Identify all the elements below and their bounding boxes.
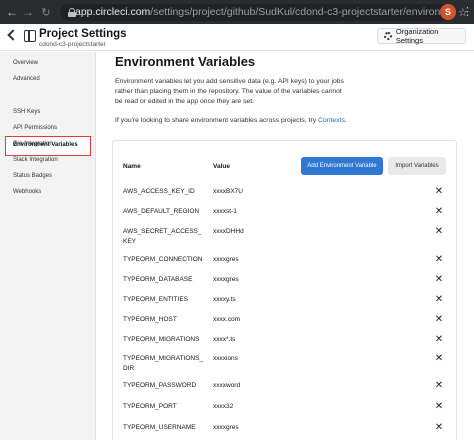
delete-icon[interactable]: ✕ <box>434 275 444 285</box>
sidebar-item-slack-integration[interactable]: Slack Integration <box>13 157 58 163</box>
organization-settings-button[interactable]: Organization Settings <box>377 27 466 45</box>
variable-value: xxxxy.ts <box>213 296 236 303</box>
browser-toolbar: ← → ↻ app.circleci.com/settings/project/… <box>0 0 474 24</box>
variable-name: AWS_DEFAULT_REGION <box>123 208 200 215</box>
contexts-hint: If you're looking to share environment v… <box>115 116 347 126</box>
variable-name: AWS_ACCESS_KEY_ID <box>123 188 195 195</box>
variable-name: TYPEORM_PORT <box>123 403 177 410</box>
delete-icon[interactable]: ✕ <box>434 207 444 217</box>
page-title: Project Settings <box>39 28 127 40</box>
back-arrow-icon[interactable]: ← <box>4 5 20 19</box>
delete-icon[interactable]: ✕ <box>434 335 444 345</box>
variable-name: TYPEORM_USERNAME <box>123 424 196 431</box>
url-text: app.circleci.com/settings/project/github… <box>75 6 452 18</box>
forward-arrow-icon[interactable]: → <box>20 5 36 19</box>
section-description: Environment variables let you add sensit… <box>115 78 344 105</box>
variable-name: TYPEORM_HOST <box>123 316 177 323</box>
section-title: Environment Variables <box>115 54 256 69</box>
contexts-hint-text: If you're looking to share environment v… <box>115 117 317 124</box>
variable-value: xxxxword <box>213 382 241 389</box>
organization-settings-label: Organization Settings <box>395 27 439 45</box>
variable-name: TYPEORM_ENTITIES <box>123 296 189 303</box>
variable-name: TYPEORM_MIGRATIONS <box>123 336 200 343</box>
url-path: /settings/project/github/SudKul/cdond-c3… <box>150 6 452 18</box>
variable-value: xxxxgres <box>213 256 239 263</box>
variable-value: xxxxgres <box>213 276 239 283</box>
variable-value: xxxxBX7U <box>213 188 243 195</box>
variable-name: AWS_SECRET_ACCESS_KEY <box>123 228 202 245</box>
sidebar-item-overview[interactable]: Overview <box>13 60 38 66</box>
variable-value: xxxxions <box>213 355 238 362</box>
url-host: app.circleci.com <box>75 6 151 18</box>
variable-value: xxxx*.ts <box>213 336 236 343</box>
sidebar-item-jira-integration[interactable]: Jira Integration <box>13 141 53 147</box>
variable-name: TYPEORM_MIGRATIONS_DIR <box>123 355 204 372</box>
sidebar-item-ssh-keys[interactable]: SSH Keys <box>13 109 40 115</box>
delete-icon[interactable]: ✕ <box>434 295 444 305</box>
import-variables-button[interactable]: Import Variables <box>388 157 446 175</box>
variable-value: xxxxst-1 <box>213 208 237 215</box>
delete-icon[interactable]: ✕ <box>434 187 444 197</box>
project-icon <box>24 30 36 42</box>
variable-name: TYPEORM_PASSWORD <box>123 382 197 389</box>
browser-menu-icon[interactable]: ⋮ <box>462 4 473 20</box>
main-content: Environment Variables Environment variab… <box>96 52 474 440</box>
reload-icon[interactable]: ↻ <box>38 6 54 19</box>
sidebar-item-advanced[interactable]: Advanced <box>13 76 40 82</box>
delete-icon[interactable]: ✕ <box>434 354 444 364</box>
column-header-value: Value <box>213 163 230 170</box>
sidebar-item-api-permissions[interactable]: API Permissions <box>13 125 57 131</box>
variable-name: TYPEORM_DATABASE <box>123 276 193 283</box>
sidebar-item-webhooks[interactable]: Webhooks <box>13 189 41 195</box>
env-vars-table: Name Value Add Environment Variable Impo… <box>112 140 457 440</box>
contexts-hint-end: . <box>344 117 347 124</box>
profile-avatar[interactable]: S <box>440 4 456 20</box>
delete-icon[interactable]: ✕ <box>434 402 444 412</box>
project-header: Project Settings cdond-c3-projectstarter… <box>0 24 474 51</box>
variable-value: xxxx.com <box>213 316 241 323</box>
variable-value: xxxx32 <box>213 403 234 410</box>
delete-icon[interactable]: ✕ <box>434 315 444 325</box>
variable-value: xxxxgres <box>213 424 239 431</box>
project-name: cdond-c3-projectstarter <box>39 41 106 48</box>
delete-icon[interactable]: ✕ <box>434 227 444 237</box>
address-bar[interactable]: app.circleci.com/settings/project/github… <box>60 3 452 21</box>
gear-icon <box>384 32 392 40</box>
delete-icon[interactable]: ✕ <box>434 423 444 433</box>
delete-icon[interactable]: ✕ <box>434 255 444 265</box>
delete-icon[interactable]: ✕ <box>434 381 444 391</box>
column-header-name: Name <box>123 163 141 170</box>
contexts-link[interactable]: Contexts <box>318 117 345 124</box>
variable-name: TYPEORM_CONNECTION <box>123 256 203 263</box>
sidebar-item-status-badges[interactable]: Status Badges <box>13 173 52 179</box>
chevron-left-icon[interactable] <box>7 29 19 41</box>
variable-value: xxxxDHHd <box>213 228 244 235</box>
settings-sidebar: Overview Advanced Environment Variables … <box>0 52 96 440</box>
add-environment-variable-button[interactable]: Add Environment Variable <box>301 157 383 175</box>
